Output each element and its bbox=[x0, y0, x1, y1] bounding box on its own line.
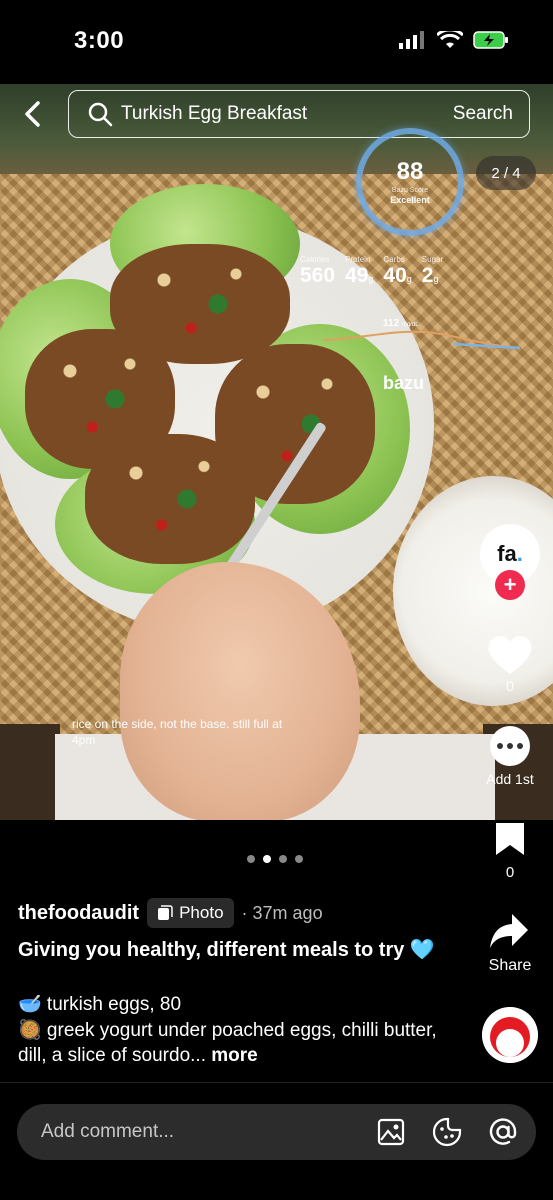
status-icons bbox=[399, 30, 509, 50]
macro-unit: g bbox=[433, 274, 439, 284]
status-time: 3:00 bbox=[74, 27, 125, 54]
share-icon[interactable] bbox=[488, 912, 530, 952]
macro-value: 2g bbox=[422, 264, 443, 287]
photo-caption: rice on the side, not the base. still fu… bbox=[72, 717, 283, 748]
timestamp: · 37m ago bbox=[241, 902, 323, 923]
bazu-score-value: 88 bbox=[396, 157, 424, 185]
like-count: 0 bbox=[505, 678, 515, 695]
macros-panel: Calories 560 Protein 49g Carbs 40g Sugar… bbox=[300, 255, 443, 287]
mention-icon[interactable] bbox=[488, 1117, 518, 1147]
comment-bar[interactable]: Add comment... bbox=[17, 1104, 536, 1160]
share-label: Share bbox=[488, 957, 532, 974]
macro-label: Protein bbox=[345, 255, 371, 264]
chevron-left-icon bbox=[25, 101, 40, 127]
post-title: Giving you healthy, different meals to t… bbox=[18, 939, 435, 961]
post-meta: thefoodaudit Photo · 37m ago bbox=[18, 898, 323, 928]
search-bar[interactable]: Turkish Egg Breakfast Search bbox=[68, 90, 530, 138]
macro-label: Sugar bbox=[421, 255, 444, 264]
search-query[interactable]: Turkish Egg Breakfast bbox=[121, 103, 453, 125]
macro-label: Calories bbox=[300, 255, 330, 264]
macro-value: 560 bbox=[300, 264, 335, 287]
macro-carbs: Carbs 40g bbox=[383, 255, 411, 287]
wifi-icon bbox=[437, 31, 463, 48]
macro-sugar: Sugar 2g bbox=[422, 255, 443, 287]
chair-left bbox=[0, 724, 60, 820]
photo-stack-icon bbox=[158, 905, 173, 920]
bazu-logo: bazu bbox=[383, 373, 425, 393]
comment-dot bbox=[517, 743, 523, 749]
post-body[interactable]: 🥣 turkish eggs, 80 🥘 greek yogurt under … bbox=[18, 992, 458, 1069]
glucose-curve bbox=[324, 330, 520, 350]
post-photo[interactable] bbox=[0, 84, 553, 820]
macro-number: 40 bbox=[383, 264, 407, 287]
battery-charging-icon bbox=[473, 31, 508, 49]
music-disc-icon[interactable] bbox=[482, 1007, 538, 1063]
photo-badge: Photo bbox=[147, 898, 234, 928]
macro-label: Carbs bbox=[383, 255, 405, 264]
carousel-dots bbox=[247, 855, 303, 863]
image-icon[interactable] bbox=[376, 1117, 406, 1147]
bazu-score-grade: Excellent bbox=[390, 194, 430, 205]
carousel-dot-active bbox=[263, 855, 271, 863]
carousel-dot bbox=[295, 855, 303, 863]
carousel-dot bbox=[247, 855, 255, 863]
macro-value: 49g bbox=[345, 264, 373, 287]
comment-button[interactable] bbox=[490, 726, 530, 766]
search-icon bbox=[88, 102, 113, 127]
bookmark-icon[interactable] bbox=[494, 821, 526, 857]
more-link[interactable]: more bbox=[211, 1045, 257, 1066]
back-button[interactable] bbox=[18, 96, 46, 132]
badge-label: Photo bbox=[179, 903, 224, 922]
bazu-score-label: Bazu Score bbox=[391, 186, 429, 194]
comment-dot bbox=[497, 743, 503, 749]
macro-unit: g bbox=[406, 274, 412, 284]
comment-label: Add 1st bbox=[486, 771, 534, 787]
page-counter: 2 / 4 bbox=[476, 156, 536, 190]
username[interactable]: thefoodaudit bbox=[18, 902, 139, 925]
comment-dot bbox=[507, 743, 513, 749]
signal-icon bbox=[399, 31, 424, 49]
macro-protein: Protein 49g bbox=[345, 255, 373, 287]
bookmark-count: 0 bbox=[505, 864, 515, 881]
macro-number: 2 bbox=[421, 264, 434, 287]
avatar-dot: . bbox=[516, 541, 523, 566]
heart-icon[interactable] bbox=[486, 632, 534, 676]
macro-number: 49 bbox=[345, 264, 369, 287]
divider bbox=[0, 1082, 553, 1083]
search-button[interactable]: Search bbox=[453, 103, 513, 125]
macro-calories: Calories 560 bbox=[300, 255, 335, 287]
carousel-dot bbox=[279, 855, 287, 863]
sticker-icon[interactable] bbox=[432, 1117, 462, 1147]
meat-filling bbox=[215, 344, 375, 504]
bazu-score-ring[interactable]: 88 Bazu Score Excellent bbox=[356, 128, 464, 236]
macro-number: 560 bbox=[300, 264, 336, 287]
follow-button[interactable]: + bbox=[495, 570, 525, 600]
status-bar: 3:00 bbox=[0, 0, 553, 84]
macro-unit: g bbox=[368, 274, 374, 284]
macro-value: 40g bbox=[383, 264, 411, 287]
post-line: 🥣 turkish eggs, 80 bbox=[18, 994, 182, 1015]
comment-input[interactable]: Add comment... bbox=[41, 1121, 376, 1143]
post-line: 🥘 greek yogurt under poached eggs, chill… bbox=[18, 1018, 458, 1069]
avatar-text: fa bbox=[497, 541, 517, 566]
